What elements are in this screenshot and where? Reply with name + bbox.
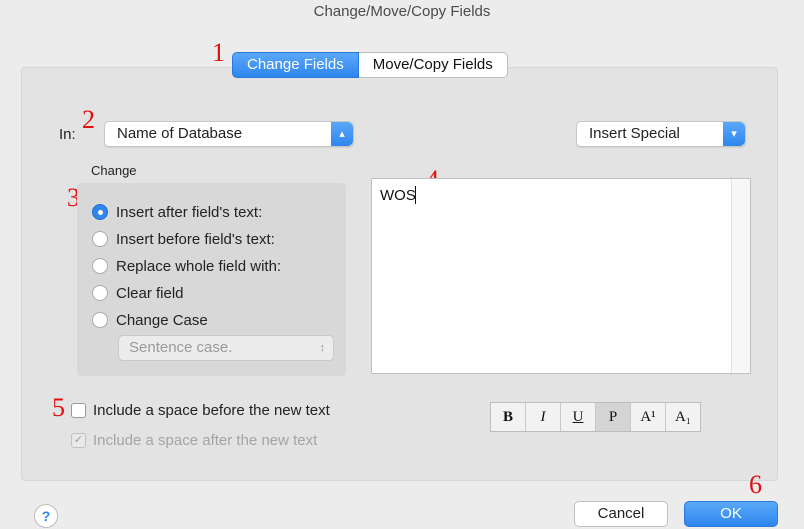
chevron-down-icon: ▾ bbox=[723, 122, 745, 146]
italic-button[interactable]: I bbox=[526, 403, 561, 431]
radio-clear-field[interactable]: Clear field bbox=[92, 282, 184, 304]
space-after-label: Include a space after the new text bbox=[93, 432, 318, 449]
insert-special-button[interactable]: Insert Special ▾ bbox=[576, 121, 746, 147]
annotation-2: 2 bbox=[82, 105, 95, 134]
field-select[interactable]: Name of Database ▴ bbox=[104, 121, 354, 147]
radio-insert-before-label: Insert before field's text: bbox=[116, 230, 275, 248]
tab-change-fields[interactable]: Change Fields bbox=[232, 52, 359, 78]
radio-insert-after[interactable]: Insert after field's text: bbox=[92, 201, 262, 223]
radio-button bbox=[92, 231, 108, 247]
text-input-value: WOS bbox=[380, 187, 416, 204]
radio-insert-before[interactable]: Insert before field's text: bbox=[92, 228, 275, 250]
superscript-button[interactable]: A¹ bbox=[631, 403, 666, 431]
radio-button bbox=[92, 285, 108, 301]
text-area-scrollbar[interactable] bbox=[731, 179, 750, 373]
annotation-5: 5 bbox=[52, 393, 65, 422]
tab-move-copy-fields[interactable]: Move/Copy Fields bbox=[358, 52, 508, 78]
updown-arrow-icon: ▴ bbox=[331, 122, 353, 146]
radio-change-case-label: Change Case bbox=[116, 311, 208, 329]
annotation-1: 1 bbox=[212, 38, 225, 67]
ok-button[interactable]: OK bbox=[684, 501, 778, 527]
radio-button bbox=[92, 312, 108, 328]
space-before-checkbox[interactable] bbox=[71, 403, 86, 418]
updown-arrow-icon: ↕ bbox=[319, 342, 326, 354]
change-group-label: Change bbox=[91, 163, 137, 178]
tab-bar: Change Fields Move/Copy Fields bbox=[232, 52, 508, 78]
space-after-checkbox[interactable]: ✓ bbox=[71, 433, 86, 448]
underline-button[interactable]: U bbox=[561, 403, 596, 431]
format-toolbar: B I U P A¹ A₁ bbox=[490, 402, 701, 432]
radio-change-case[interactable]: Change Case bbox=[92, 309, 208, 331]
radio-replace-whole-label: Replace whole field with: bbox=[116, 257, 282, 275]
bold-button[interactable]: B bbox=[491, 403, 526, 431]
text-input-area[interactable]: WOS bbox=[371, 178, 751, 374]
radio-insert-after-label: Insert after field's text: bbox=[116, 203, 263, 221]
window-title: Change/Move/Copy Fields bbox=[313, 3, 491, 20]
radio-button-selected bbox=[92, 204, 108, 220]
radio-button bbox=[92, 258, 108, 274]
radio-replace-whole[interactable]: Replace whole field with: bbox=[92, 255, 281, 277]
space-before-label: Include a space before the new text bbox=[93, 402, 330, 419]
plain-button[interactable]: P bbox=[596, 403, 631, 431]
help-button[interactable]: ? bbox=[34, 504, 58, 528]
field-select-value: Name of Database bbox=[117, 125, 243, 142]
in-label: In: bbox=[59, 126, 76, 143]
cancel-button[interactable]: Cancel bbox=[574, 501, 668, 527]
annotation-6: 6 bbox=[749, 470, 762, 499]
text-cursor bbox=[415, 186, 416, 204]
insert-special-label: Insert Special bbox=[589, 125, 680, 142]
subscript-button[interactable]: A₁ bbox=[666, 403, 700, 431]
case-select-value: Sentence case. bbox=[129, 339, 233, 356]
radio-clear-field-label: Clear field bbox=[116, 284, 184, 302]
case-select[interactable]: Sentence case. ↕ bbox=[118, 335, 334, 361]
